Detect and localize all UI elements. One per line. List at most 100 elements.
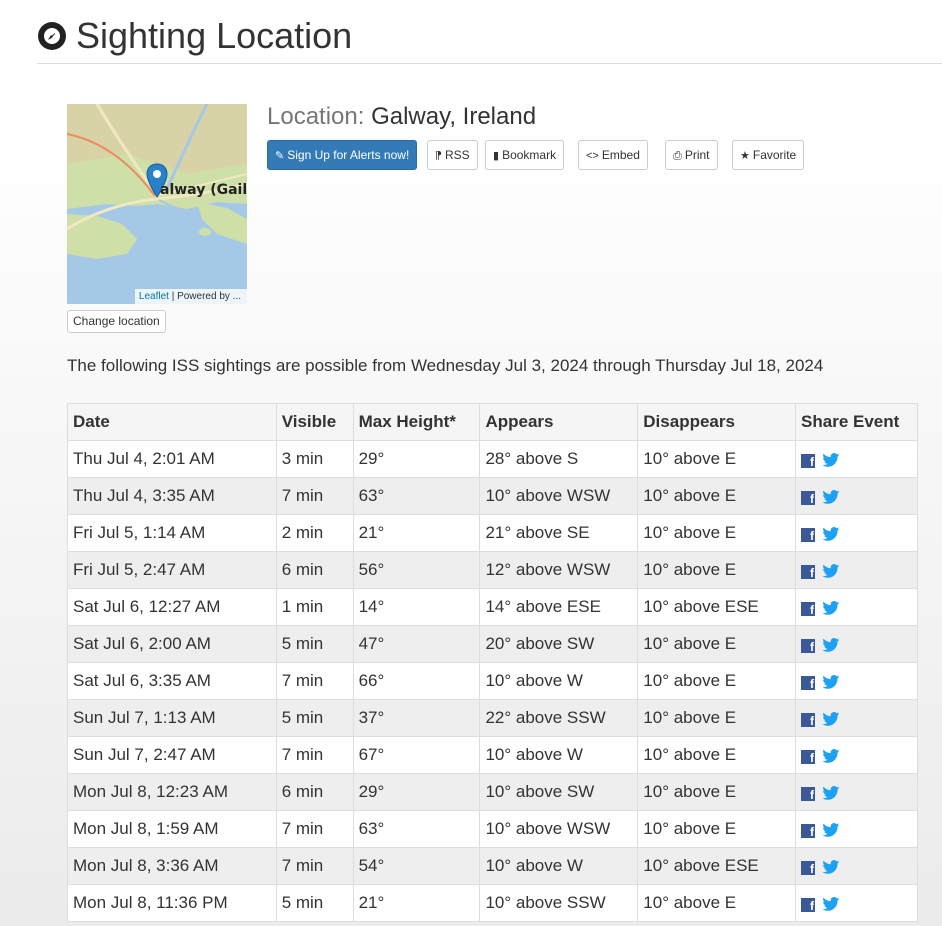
table-row: Sat Jul 6, 2:00 AM 5 min 47° 20° above SW 10… (67, 625, 918, 663)
cell-max-height: 63° (352, 810, 481, 848)
cell-appears: 10° above W (479, 847, 639, 885)
leaflet-link[interactable]: Leaflet (139, 291, 169, 302)
cell-appears: 10° above SSW (479, 884, 639, 922)
cell-share: f (795, 662, 918, 700)
facebook-icon[interactable]: f (801, 527, 816, 542)
cell-date: Fri Jul 5, 2:47 AM (67, 551, 277, 589)
table-row: Fri Jul 5, 2:47 AM 6 min 56° 12° above WSW 1… (67, 551, 918, 589)
facebook-icon[interactable]: f (801, 675, 816, 690)
facebook-icon[interactable]: f (801, 786, 816, 801)
cell-disappears: 10° above E (637, 514, 797, 552)
table-row: Sat Jul 6, 12:27 AM 1 min 14° 14° above ESE… (67, 588, 918, 626)
cell-disappears: 10° above E (637, 736, 797, 774)
cell-visible: 6 min (275, 773, 354, 811)
cell-date: Sun Jul 7, 1:13 AM (67, 699, 277, 737)
cell-share: f (795, 773, 918, 811)
table-row: Fri Jul 5, 1:14 AM 2 min 21° 21° above SE 10… (67, 514, 918, 552)
change-location-button[interactable]: Change location (67, 310, 166, 333)
compass-icon (38, 22, 66, 50)
cell-visible: 7 min (275, 847, 354, 885)
twitter-icon[interactable] (822, 601, 840, 616)
cell-visible: 5 min (275, 625, 354, 663)
facebook-icon[interactable]: f (801, 564, 816, 579)
twitter-icon[interactable] (822, 638, 840, 653)
cell-visible: 7 min (275, 477, 354, 515)
cell-appears: 10° above W (479, 736, 639, 774)
header-share-event: Share Event (795, 403, 918, 441)
cell-max-height: 21° (352, 514, 481, 552)
cell-max-height: 47° (352, 625, 481, 663)
twitter-icon[interactable] (822, 897, 840, 912)
table-row: Thu Jul 4, 2:01 AM 3 min 29° 28° above S 10°… (67, 440, 918, 478)
cell-disappears: 10° above E (637, 699, 797, 737)
table-row: Mon Jul 8, 11:36 PM 5 min 21° 10° above SSW… (67, 884, 918, 922)
cell-max-height: 67° (352, 736, 481, 774)
twitter-icon[interactable] (822, 823, 840, 838)
facebook-icon[interactable]: f (801, 749, 816, 764)
cell-appears: 14° above ESE (479, 588, 639, 626)
cell-disappears: 10° above E (637, 477, 797, 515)
favorite-button[interactable]: ★ Favorite (732, 140, 805, 170)
twitter-icon[interactable] (822, 453, 840, 468)
cell-max-height: 14° (352, 588, 481, 626)
print-button[interactable]: ⎙ Print (665, 140, 718, 170)
cell-visible: 5 min (275, 699, 354, 737)
facebook-icon[interactable]: f (801, 897, 816, 912)
cell-share: f (795, 440, 918, 478)
rss-button[interactable]: ⁋ RSS (427, 140, 478, 170)
rss-icon: ⁋ (435, 150, 442, 162)
cell-share: f (795, 477, 918, 515)
cell-date: Thu Jul 4, 3:35 AM (67, 477, 277, 515)
facebook-icon[interactable]: f (801, 823, 816, 838)
facebook-icon[interactable]: f (801, 860, 816, 875)
twitter-icon[interactable] (822, 712, 840, 727)
facebook-icon[interactable]: f (801, 638, 816, 653)
twitter-icon[interactable] (822, 490, 840, 505)
cell-visible: 5 min (275, 884, 354, 922)
twitter-icon[interactable] (822, 564, 840, 579)
cell-share: f (795, 884, 918, 922)
facebook-icon[interactable]: f (801, 601, 816, 616)
twitter-icon[interactable] (822, 675, 840, 690)
twitter-icon[interactable] (822, 527, 840, 542)
facebook-icon[interactable]: f (801, 712, 816, 727)
map-tiles (67, 104, 247, 304)
cell-disappears: 10° above ESE (637, 588, 797, 626)
table-row: Sun Jul 7, 1:13 AM 5 min 37° 22° above SSW 1… (67, 699, 918, 737)
cell-appears: 10° above WSW (479, 810, 639, 848)
twitter-icon[interactable] (822, 860, 840, 875)
cell-max-height: 63° (352, 477, 481, 515)
facebook-icon[interactable]: f (801, 490, 816, 505)
cell-disappears: 10° above E (637, 551, 797, 589)
cell-appears: 12° above WSW (479, 551, 639, 589)
alerts-signup-label: Sign Up for Alerts now! (287, 148, 410, 162)
cell-disappears: 10° above E (637, 773, 797, 811)
cell-appears: 10° above SW (479, 773, 639, 811)
page-title: Sighting Location (76, 15, 353, 56)
cell-appears: 20° above SW (479, 625, 639, 663)
cell-share: f (795, 514, 918, 552)
cell-date: Sat Jul 6, 2:00 AM (67, 625, 277, 663)
cell-visible: 7 min (275, 736, 354, 774)
table-row: Sun Jul 7, 2:47 AM 7 min 67° 10° above W 10°… (67, 736, 918, 774)
twitter-icon[interactable] (822, 786, 840, 801)
alerts-signup-button[interactable]: ✎ Sign Up for Alerts now! (267, 140, 418, 170)
cell-max-height: 54° (352, 847, 481, 885)
table-row: Thu Jul 4, 3:35 AM 7 min 63° 10° above WSW 1… (67, 477, 918, 515)
cell-visible: 7 min (275, 810, 354, 848)
cell-share: f (795, 588, 918, 626)
cell-max-height: 21° (352, 884, 481, 922)
cell-date: Fri Jul 5, 1:14 AM (67, 514, 277, 552)
location-map[interactable]: alway (Gail Leaflet | Powered by ... (67, 104, 247, 304)
facebook-icon[interactable]: f (801, 453, 816, 468)
edit-icon: ✎ (275, 150, 285, 162)
embed-button[interactable]: <> Embed (578, 140, 648, 170)
cell-appears: 21° above SE (479, 514, 639, 552)
table-header-row: Date Visible Max Height* Appears Disappe… (67, 403, 918, 441)
map-place-label: alway (Gail (160, 182, 247, 198)
cell-date: Mon Jul 8, 12:23 AM (67, 773, 277, 811)
bookmark-button[interactable]: ▮ Bookmark (485, 140, 565, 170)
table-row: Mon Jul 8, 1:59 AM 7 min 63° 10° above WSW 1… (67, 810, 918, 848)
twitter-icon[interactable] (822, 749, 840, 764)
cell-date: Sun Jul 7, 2:47 AM (67, 736, 277, 774)
